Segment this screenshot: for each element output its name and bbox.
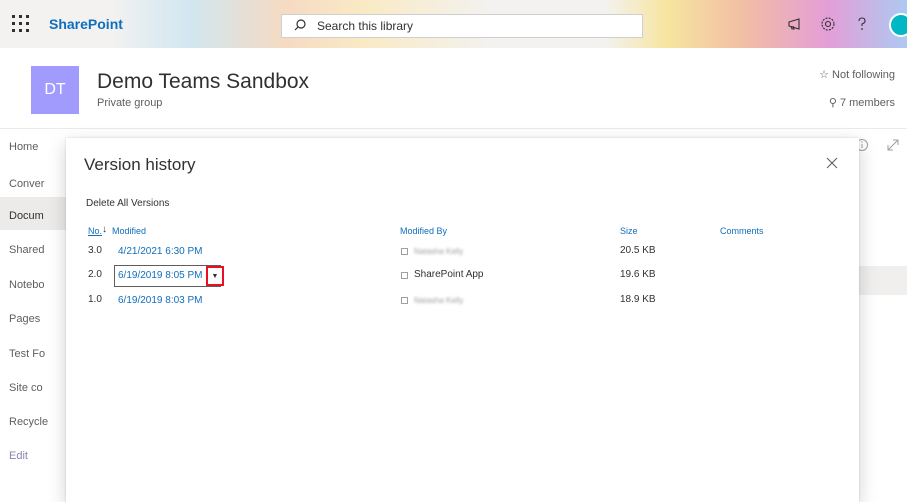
- version-size: 18.9 KB: [620, 294, 656, 305]
- suite-bar: SharePoint Search this library: [0, 0, 907, 48]
- search-icon: [294, 19, 306, 31]
- header-divider: [0, 128, 907, 129]
- version-modified-link[interactable]: 6/19/2019 8:03 PM: [118, 295, 203, 306]
- version-history-dialog: Version history Delete All Versions No. …: [66, 138, 859, 502]
- version-modified-by[interactable]: Natasha Kelly: [414, 247, 463, 256]
- column-header-size[interactable]: Size: [620, 226, 638, 236]
- selected-row-background: [857, 266, 907, 295]
- site-privacy-label: Private group: [97, 97, 163, 109]
- search-placeholder: Search this library: [317, 19, 414, 33]
- site-title[interactable]: Demo Teams Sandbox: [97, 70, 309, 94]
- column-header-modified-by[interactable]: Modified By: [400, 226, 447, 236]
- account-avatar[interactable]: [889, 13, 907, 37]
- version-modified-by[interactable]: Natasha Kelly: [414, 296, 463, 305]
- version-size: 19.6 KB: [620, 269, 656, 280]
- close-icon[interactable]: [823, 154, 841, 172]
- nav-item-notebook[interactable]: Notebo: [9, 279, 44, 291]
- star-icon: ☆: [819, 69, 833, 81]
- column-header-modified[interactable]: Modified: [112, 226, 146, 236]
- nav-item-test-folder[interactable]: Test Fo: [9, 348, 45, 360]
- delete-all-versions-link[interactable]: Delete All Versions: [86, 198, 169, 209]
- version-menu-button[interactable]: ▼: [206, 266, 224, 286]
- version-modified-by[interactable]: SharePoint App: [414, 269, 484, 280]
- column-header-comments[interactable]: Comments: [720, 226, 764, 236]
- version-number: 2.0: [88, 269, 102, 280]
- nav-item-shared[interactable]: Shared: [9, 244, 44, 256]
- presence-checkbox: [401, 272, 408, 279]
- caret-down-icon: ▼: [211, 272, 219, 280]
- dialog-title: Version history: [84, 155, 196, 174]
- sort-descending-icon: ↓: [102, 224, 107, 235]
- person-icon: ⚲: [828, 97, 840, 109]
- nav-item-home[interactable]: Home: [9, 141, 38, 153]
- gear-icon[interactable]: [818, 14, 838, 34]
- version-size: 20.5 KB: [620, 245, 656, 256]
- nav-item-conversations[interactable]: Conver: [9, 178, 44, 190]
- nav-item-pages[interactable]: Pages: [9, 313, 40, 325]
- sharepoint-brand-link[interactable]: SharePoint: [49, 16, 123, 32]
- members-label: 7 members: [839, 97, 895, 109]
- column-header-no[interactable]: No.: [88, 226, 102, 236]
- version-number: 3.0: [88, 245, 102, 256]
- members-button[interactable]: ⚲ 7 members: [829, 96, 895, 109]
- site-logo[interactable]: DT: [31, 66, 79, 114]
- version-number: 1.0: [88, 294, 102, 305]
- follow-label: Not following: [832, 69, 895, 81]
- nav-edit-link[interactable]: Edit: [9, 450, 28, 462]
- nav-item-documents[interactable]: Docum: [9, 210, 44, 222]
- app-launcher-icon[interactable]: [10, 13, 32, 35]
- version-modified-link[interactable]: 6/19/2019 8:05 PM: [118, 270, 203, 281]
- help-icon[interactable]: [852, 14, 872, 34]
- presence-checkbox: [401, 297, 408, 304]
- expand-icon[interactable]: [886, 138, 900, 152]
- search-input[interactable]: Search this library: [281, 14, 643, 38]
- nav-item-site-contents[interactable]: Site co: [9, 382, 43, 394]
- megaphone-icon[interactable]: [785, 14, 805, 34]
- follow-button[interactable]: ☆ Not following: [819, 68, 895, 81]
- version-modified-link[interactable]: 4/21/2021 6:30 PM: [118, 246, 203, 257]
- presence-checkbox: [401, 248, 408, 255]
- nav-item-recycle-bin[interactable]: Recycle: [9, 416, 48, 428]
